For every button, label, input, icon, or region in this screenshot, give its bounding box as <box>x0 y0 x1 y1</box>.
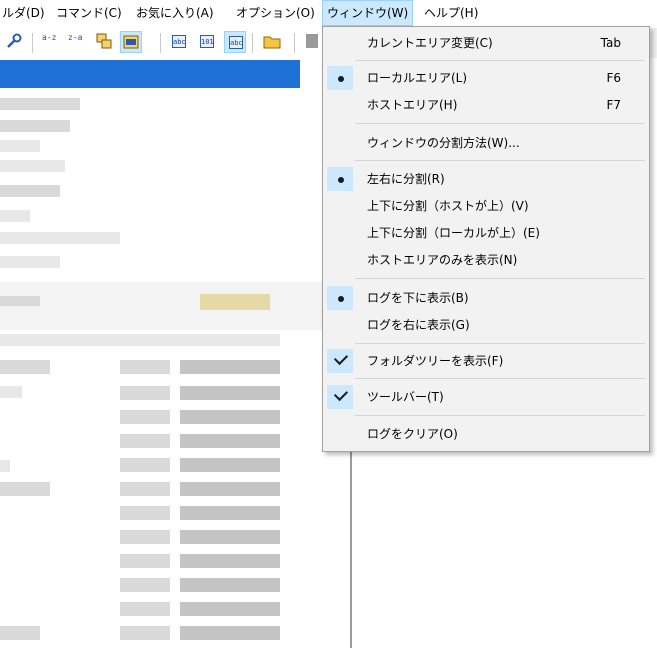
checkmark-icon <box>327 385 353 409</box>
splitter-area <box>0 282 330 330</box>
list-item[interactable] <box>0 140 40 152</box>
ascii-mode-icon[interactable]: abc <box>168 31 190 53</box>
radio-bullet-icon <box>327 286 353 310</box>
table-row[interactable] <box>120 410 170 424</box>
table-row[interactable] <box>0 386 22 398</box>
table-row[interactable] <box>180 434 280 448</box>
menu-folder[interactable]: ルダ(D) <box>0 0 49 26</box>
radio-bullet-icon <box>327 167 353 191</box>
window-menu-dropdown: カレントエリア変更(C) Tab ローカルエリア(L) F6 ホストエリア(H)… <box>322 26 650 452</box>
table-row[interactable] <box>180 626 280 640</box>
menu-options[interactable]: オプション(O) <box>232 0 319 26</box>
menu-window[interactable]: ウィンドウ(W) <box>322 0 414 26</box>
menu-help[interactable]: ヘルプ(H) <box>420 0 482 26</box>
list-item[interactable] <box>0 120 70 132</box>
table-row[interactable] <box>180 410 280 424</box>
toolbar-edge <box>650 28 657 58</box>
menu-item-split-left-right[interactable]: 左右に分割(R) <box>325 166 647 192</box>
table-row[interactable] <box>120 626 170 640</box>
sync-view-icon[interactable] <box>120 31 142 53</box>
table-row[interactable] <box>0 360 50 374</box>
menu-item-split-local-top[interactable]: 上下に分割（ローカルが上）(E) <box>325 220 647 246</box>
list-item[interactable] <box>0 210 30 222</box>
table-row[interactable] <box>0 460 10 472</box>
table-row[interactable] <box>180 482 280 496</box>
list-item[interactable] <box>0 256 60 268</box>
menu-item-log-bottom[interactable]: ログを下に表示(B) <box>325 285 647 311</box>
table-row[interactable] <box>180 602 280 616</box>
column-header <box>0 334 280 346</box>
table-row[interactable] <box>120 458 170 472</box>
binary-mode-icon[interactable]: 101 <box>196 31 218 53</box>
menu-item-split-host-top[interactable]: 上下に分割（ホストが上）(V) <box>325 193 647 219</box>
sort-name-desc-icon[interactable]: z-a <box>66 31 88 53</box>
menu-item-split-method[interactable]: ウィンドウの分割方法(W)... <box>325 130 647 156</box>
menu-favorites[interactable]: お気に入り(A) <box>132 0 218 26</box>
list-item[interactable] <box>0 160 65 172</box>
table-row[interactable] <box>120 386 170 400</box>
table-row[interactable] <box>180 578 280 592</box>
table-row[interactable] <box>180 506 280 520</box>
table-row[interactable] <box>120 602 170 616</box>
checkmark-icon <box>327 349 353 373</box>
table-row[interactable] <box>180 458 280 472</box>
menu-item-toolbar[interactable]: ツールバー(T) <box>325 384 647 410</box>
menu-item-clear-log[interactable]: ログをクリア(O) <box>325 421 647 447</box>
table-row[interactable] <box>180 554 280 568</box>
menu-command[interactable]: コマンド(C) <box>52 0 126 26</box>
folder-open-icon[interactable] <box>262 31 284 53</box>
table-row[interactable] <box>180 386 280 400</box>
menu-item-host-only[interactable]: ホストエリアのみを表示(N) <box>325 247 647 273</box>
auto-mode-icon[interactable]: abc <box>224 31 246 53</box>
menu-item-host-area[interactable]: ホストエリア(H) F7 <box>325 92 647 118</box>
table-row[interactable] <box>120 434 170 448</box>
table-row[interactable] <box>0 482 50 496</box>
radio-bullet-icon <box>327 66 353 90</box>
menu-item-local-area[interactable]: ローカルエリア(L) F6 <box>325 65 647 91</box>
menu-item-change-current-area[interactable]: カレントエリア変更(C) Tab <box>325 30 647 56</box>
menu-item-show-folder-tree[interactable]: フォルダツリーを表示(F) <box>325 348 647 374</box>
path-bar <box>0 296 40 306</box>
table-row[interactable] <box>120 482 170 496</box>
wrench-icon[interactable] <box>4 31 26 53</box>
tree-view-icon[interactable] <box>94 31 116 53</box>
selected-row[interactable] <box>0 60 300 88</box>
table-row[interactable] <box>120 578 170 592</box>
list-item[interactable] <box>0 185 60 197</box>
table-row[interactable] <box>0 626 40 640</box>
table-row[interactable] <box>120 530 170 544</box>
table-row[interactable] <box>180 530 280 544</box>
table-row[interactable] <box>180 360 280 374</box>
menu-item-log-right[interactable]: ログを右に表示(G) <box>325 312 647 338</box>
list-item[interactable] <box>0 232 120 244</box>
server-icon[interactable] <box>302 31 324 53</box>
pane-divider[interactable] <box>350 448 352 648</box>
table-row[interactable] <box>120 506 170 520</box>
toolbar: a-z z-a abc 101 abc <box>0 28 330 58</box>
table-row[interactable] <box>120 554 170 568</box>
table-row[interactable] <box>120 360 170 374</box>
host-icons <box>200 294 270 310</box>
sort-name-asc-icon[interactable]: a-z <box>40 31 62 53</box>
menu-bar: ルダ(D) コマンド(C) お気に入り(A) オプション(O) ウィンドウ(W)… <box>0 0 657 26</box>
list-item[interactable] <box>0 98 80 110</box>
